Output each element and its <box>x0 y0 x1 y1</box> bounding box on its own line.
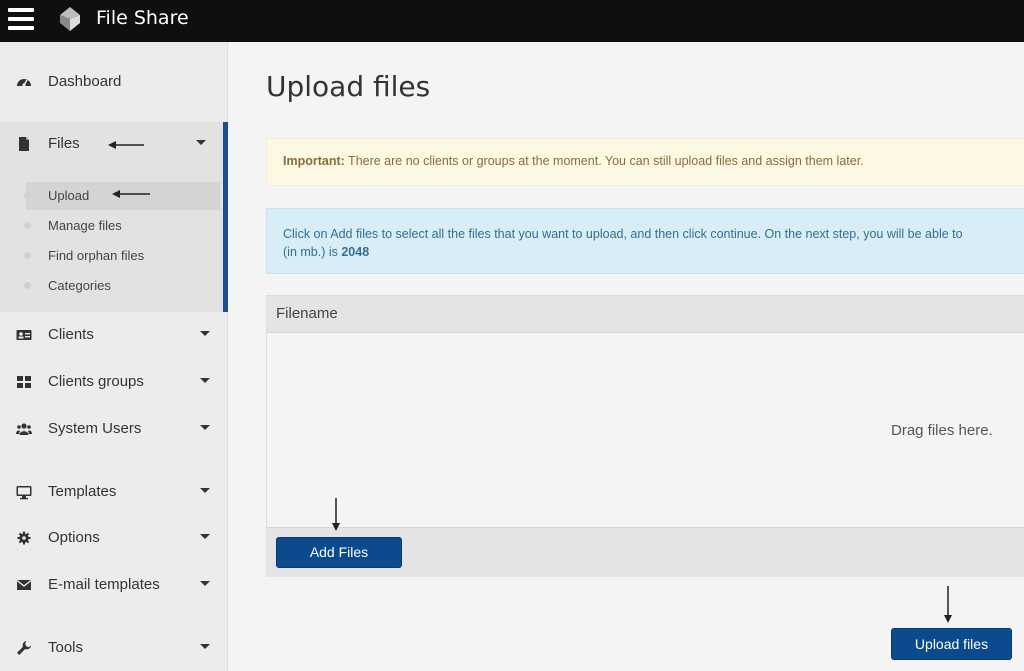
sidebar-item-label: Clients groups <box>48 373 144 390</box>
id-card-icon <box>16 330 32 340</box>
sidebar-subitem-find-orphan-files[interactable]: Find orphan files <box>24 242 220 270</box>
upload-files-button[interactable]: Upload files <box>891 628 1012 660</box>
dashboard-icon <box>17 79 31 87</box>
chevron-down-icon <box>200 378 210 383</box>
annotation-arrow-files <box>108 141 144 149</box>
sidebar-item-tools[interactable]: Tools <box>0 628 228 668</box>
sidebar-subitem-label: Find orphan files <box>48 248 145 263</box>
sidebar-item-templates[interactable]: Templates <box>0 472 228 512</box>
logo-icon <box>60 7 80 31</box>
column-filename: Filename <box>276 305 338 322</box>
chevron-down-icon <box>200 331 210 336</box>
sidebar-item-label: Tools <box>48 639 84 656</box>
users-icon <box>16 423 32 435</box>
warning-text: There are no clients or groups at the mo… <box>344 154 864 168</box>
sidebar-item-label: Files <box>48 135 80 152</box>
warning-alert: Important: There are no clients or group… <box>266 138 1024 186</box>
drop-zone-text: Drag files here. <box>891 422 993 439</box>
sidebar-item-label: Dashboard <box>48 73 122 90</box>
app-title: File Share <box>96 7 189 29</box>
sidebar-subitem-label: Manage files <box>48 218 122 233</box>
sidebar-item-label: System Users <box>48 420 142 437</box>
monitor-icon <box>16 486 32 500</box>
annotation-arrow-upload <box>112 190 150 198</box>
uploader-footer: Add Files <box>267 527 1024 577</box>
bullet-icon <box>24 282 31 289</box>
wrench-icon <box>17 641 31 655</box>
chevron-down-icon <box>196 140 206 145</box>
max-size-value: 2048 <box>341 245 370 259</box>
page-title: Upload files <box>266 70 431 103</box>
menu-icon[interactable] <box>8 8 34 32</box>
top-bar: File Share <box>0 0 1024 42</box>
sidebar-item-label: Options <box>48 529 100 546</box>
sidebar-subitem-manage-files[interactable]: Manage files <box>24 212 220 240</box>
info-text-line-1: Click on Add files to select all the fil… <box>283 227 963 241</box>
bullet-icon <box>24 192 31 199</box>
file-icon <box>19 137 29 151</box>
sidebar-item-clients-groups[interactable]: Clients groups <box>0 362 228 402</box>
sidebar-subitem-label: Categories <box>48 278 111 293</box>
chevron-down-icon <box>200 581 210 586</box>
sidebar-item-system-users[interactable]: System Users <box>0 409 228 449</box>
annotation-arrow-add-files <box>332 498 340 531</box>
chevron-down-icon <box>200 534 210 539</box>
sidebar-item-label: Clients <box>48 326 94 343</box>
sidebar-item-dashboard[interactable]: Dashboard <box>0 62 228 102</box>
bullet-icon <box>24 252 31 259</box>
gear-icon <box>17 531 31 545</box>
info-text-line-2: (in mb.) is <box>283 245 342 259</box>
sidebar: Dashboard Files Upload Manage files Find… <box>0 42 228 671</box>
chevron-down-icon <box>200 488 210 493</box>
chevron-down-icon <box>200 425 210 430</box>
sidebar-subitem-categories[interactable]: Categories <box>24 272 220 300</box>
grid-icon <box>17 376 31 388</box>
bullet-icon <box>24 222 31 229</box>
sidebar-item-email-templates[interactable]: E-mail templates <box>0 565 228 605</box>
sidebar-item-label: Templates <box>48 483 117 500</box>
sidebar-item-clients[interactable]: Clients <box>0 315 228 355</box>
warning-label: Important: <box>283 154 345 168</box>
uploader-header: Filename <box>267 296 1024 333</box>
envelope-icon <box>16 579 32 590</box>
sidebar-item-label: E-mail templates <box>48 576 160 593</box>
sidebar-item-options[interactable]: Options <box>0 518 228 558</box>
chevron-down-icon <box>200 644 210 649</box>
active-indicator <box>223 122 228 312</box>
file-uploader: Filename Drag files here. Add Files <box>266 295 1024 577</box>
sidebar-subitem-label: Upload <box>48 188 90 203</box>
annotation-arrow-upload-files <box>944 586 952 623</box>
info-alert: Click on Add files to select all the fil… <box>266 208 1024 274</box>
add-files-button[interactable]: Add Files <box>276 537 402 568</box>
